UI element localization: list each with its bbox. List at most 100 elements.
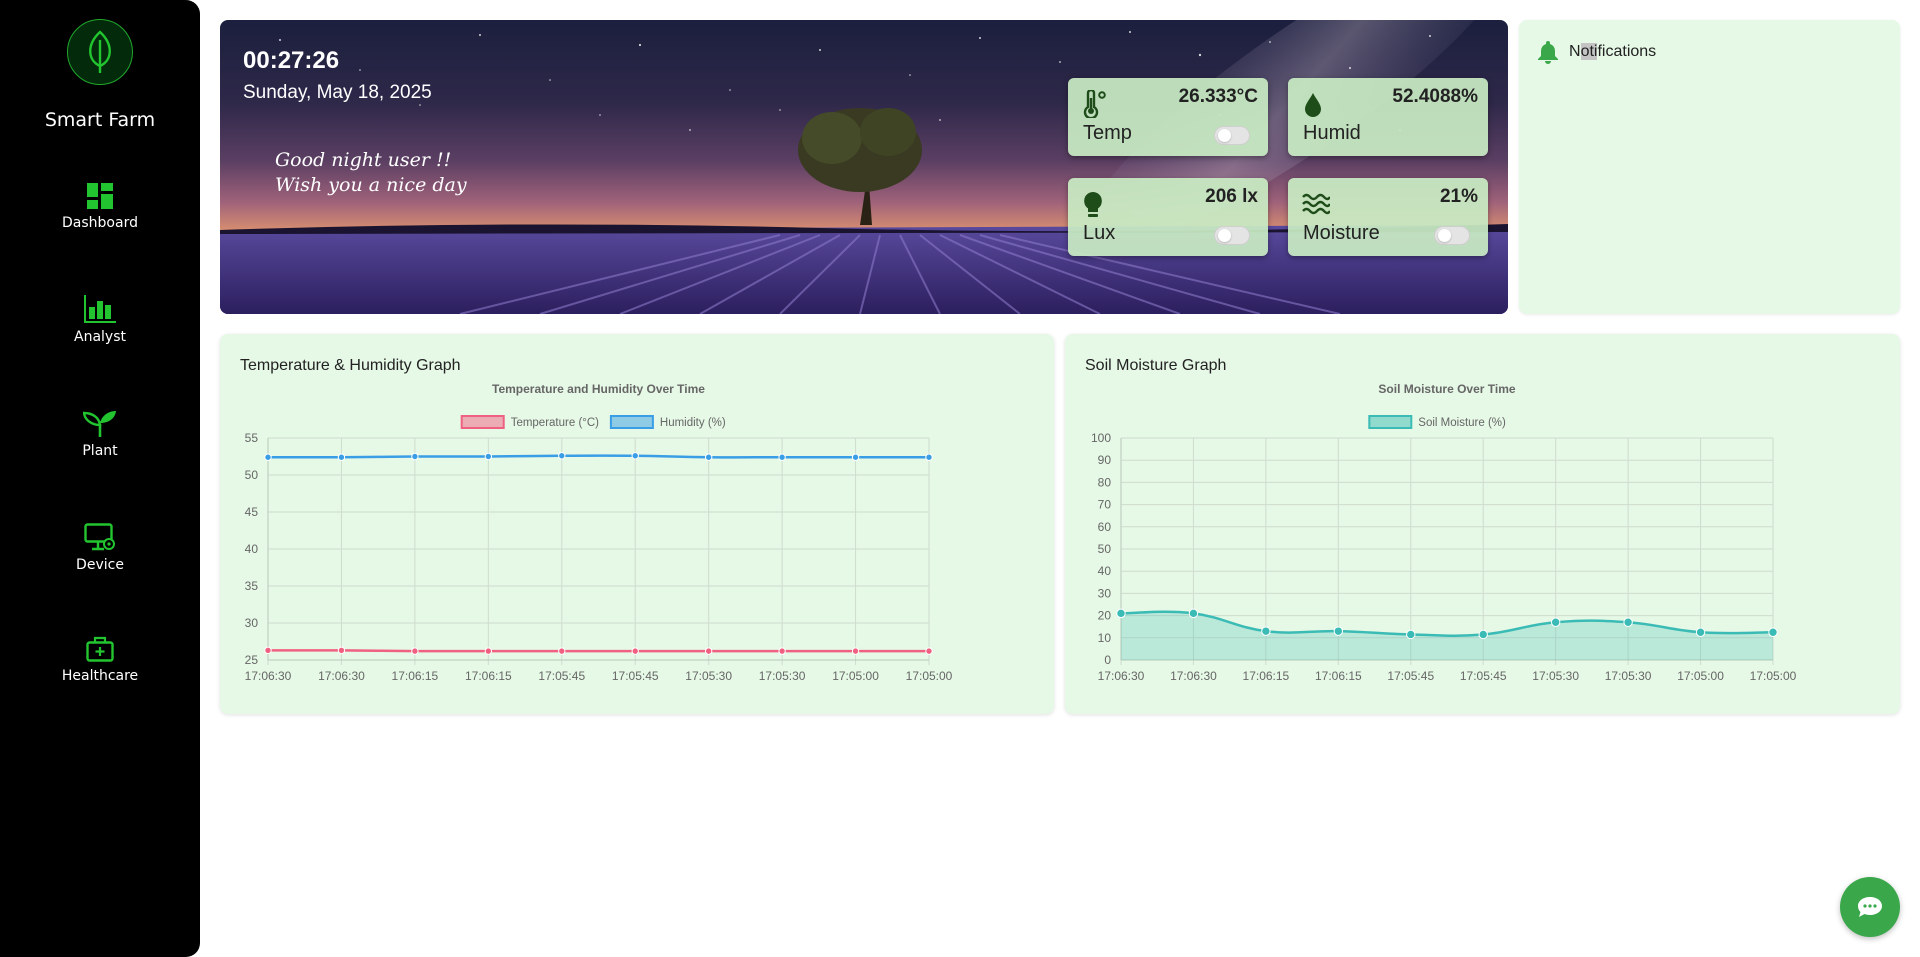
y-tick-label: 35 — [245, 579, 259, 593]
legend-swatch — [609, 415, 654, 429]
soil-moisture-graph-card: Soil Moisture Graph Soil Moisture Over T… — [1065, 334, 1900, 714]
x-tick-label: 17:06:15 — [465, 669, 512, 683]
lux-label: Lux — [1083, 222, 1116, 244]
sidebar-item-dashboard[interactable]: Dashboard — [0, 183, 200, 263]
data-point-temperature-c — [631, 647, 639, 655]
temp-label: Temp — [1083, 122, 1132, 144]
lux-value: 206 lx — [1205, 186, 1258, 207]
y-tick-label: 100 — [1091, 431, 1111, 445]
temp-humidity-graph-card: Temperature & Humidity Graph Temperature… — [220, 334, 1054, 714]
clock-time: 00:27:26 — [243, 47, 340, 74]
humid-sensor-card: 52.4088% Humid — [1288, 78, 1488, 156]
x-tick-label: 17:05:45 — [538, 669, 585, 683]
x-tick-label: 17:06:15 — [392, 669, 439, 683]
data-point-temperature-c — [925, 647, 933, 655]
sidebar-item-label: Analyst — [74, 329, 126, 345]
x-tick-label: 17:06:30 — [245, 669, 292, 683]
data-point-humidity — [484, 452, 493, 461]
sidebar-item-healthcare[interactable]: Healthcare — [0, 636, 200, 716]
humid-label: Humid — [1303, 122, 1361, 144]
x-tick-label: 17:06:30 — [318, 669, 365, 683]
x-tick-label: 17:05:30 — [1532, 669, 1579, 683]
temp-toggle[interactable] — [1214, 126, 1250, 145]
x-tick-label: 17:05:45 — [612, 669, 659, 683]
x-tick-label: 17:05:30 — [1605, 669, 1652, 683]
x-tick-label: 17:06:15 — [1243, 669, 1290, 683]
legend-label: Soil Moisture (%) — [1418, 417, 1506, 429]
monitor-gear-icon — [84, 523, 115, 551]
data-point-temperature-c — [851, 647, 860, 655]
x-tick-label: 17:05:00 — [832, 669, 879, 683]
data-point-soil-moisture — [1478, 629, 1488, 640]
y-tick-label: 40 — [1098, 564, 1112, 578]
chat-button[interactable] — [1840, 877, 1900, 937]
series-line-humidity — [267, 454, 929, 459]
sidebar-item-label: Healthcare — [61, 668, 139, 684]
y-tick-label: 20 — [1098, 609, 1112, 623]
notifications-title: Notifications — [1569, 43, 1657, 60]
data-point-temperature-c — [264, 646, 272, 655]
data-point-soil-moisture — [1550, 617, 1561, 627]
moisture-label: Moisture — [1303, 222, 1380, 244]
lux-sensor-card: 206 lx Lux — [1068, 178, 1268, 256]
humid-value: 52.4088% — [1392, 86, 1478, 107]
x-tick-label: 17:06:30 — [1098, 669, 1145, 683]
y-tick-label: 10 — [1098, 631, 1112, 645]
data-point-temperature-c — [411, 647, 419, 655]
notifications-panel: Notifications — [1519, 20, 1900, 314]
x-tick-label: 17:05:00 — [1750, 669, 1797, 683]
y-tick-label: 55 — [245, 431, 259, 445]
data-point-temperature-c — [484, 647, 493, 655]
brand-name: Smart Farm — [44, 109, 156, 131]
data-point-humidity — [704, 453, 713, 461]
waves-icon — [1302, 193, 1330, 215]
y-tick-label: 25 — [245, 653, 259, 667]
legend-swatch — [460, 415, 505, 429]
y-tick-label: 30 — [245, 616, 259, 630]
x-tick-label: 17:06:30 — [1170, 669, 1217, 683]
greeting-line-2: Wish you a nice day — [275, 174, 467, 196]
sidebar-item-plant[interactable]: Plant — [0, 411, 200, 491]
x-tick-label: 17:05:45 — [1460, 669, 1507, 683]
soil-moisture-chart: Soil Moisture Over Time Soil Moisture (%)… — [1091, 382, 1797, 683]
bell-icon[interactable] — [1537, 40, 1559, 64]
legend-label: Humidity (%) — [660, 417, 726, 429]
data-point-soil-moisture — [1406, 629, 1416, 640]
y-tick-label: 40 — [245, 542, 259, 556]
data-point-soil-moisture — [1623, 617, 1633, 627]
chart-title: Temperature and Humidity Over Time — [492, 382, 705, 396]
data-point-temperature-c — [778, 647, 786, 655]
sidebar-item-analyst[interactable]: Analyst — [0, 295, 200, 375]
data-point-soil-moisture — [1768, 627, 1778, 637]
chart-title: Soil Moisture Over Time — [1378, 382, 1515, 396]
temp-value: 26.333°C — [1178, 86, 1258, 107]
moisture-sensor-card: 21% Moisture — [1288, 178, 1488, 256]
data-point-temperature-c — [704, 647, 713, 655]
medical-kit-icon — [86, 636, 114, 662]
x-tick-label: 17:05:45 — [1387, 669, 1434, 683]
sidebar: Smart Farm Dashboard Analyst Plant Devic… — [0, 0, 200, 957]
leaf-icon[interactable] — [67, 19, 133, 85]
greeting-message: Good night user !! Wish you a nice day — [275, 148, 467, 198]
y-tick-label: 0 — [1104, 653, 1111, 667]
sidebar-item-device[interactable]: Device — [0, 523, 200, 603]
sidebar-item-label: Plant — [82, 443, 118, 459]
y-tick-label: 60 — [1098, 520, 1112, 534]
welcome-banner: 00:27:26 Sunday, May 18, 2025 Good night… — [220, 20, 1508, 314]
moisture-toggle[interactable] — [1434, 226, 1470, 245]
sidebar-item-label: Device — [76, 557, 124, 573]
data-point-humidity — [337, 453, 346, 461]
bar-chart-icon — [84, 295, 116, 323]
y-tick-label: 80 — [1098, 475, 1112, 489]
chat-bubble-icon — [1858, 897, 1882, 917]
legend-swatch — [1368, 415, 1413, 429]
data-point-humidity — [631, 452, 639, 460]
data-point-soil-moisture — [1116, 608, 1126, 619]
x-tick-label: 17:05:30 — [759, 669, 806, 683]
y-tick-label: 50 — [245, 468, 259, 482]
lux-toggle[interactable] — [1214, 226, 1250, 245]
data-point-soil-moisture — [1261, 626, 1271, 636]
y-tick-label: 90 — [1098, 453, 1112, 467]
data-point-temperature-c — [337, 646, 346, 655]
y-tick-label: 30 — [1098, 586, 1112, 600]
